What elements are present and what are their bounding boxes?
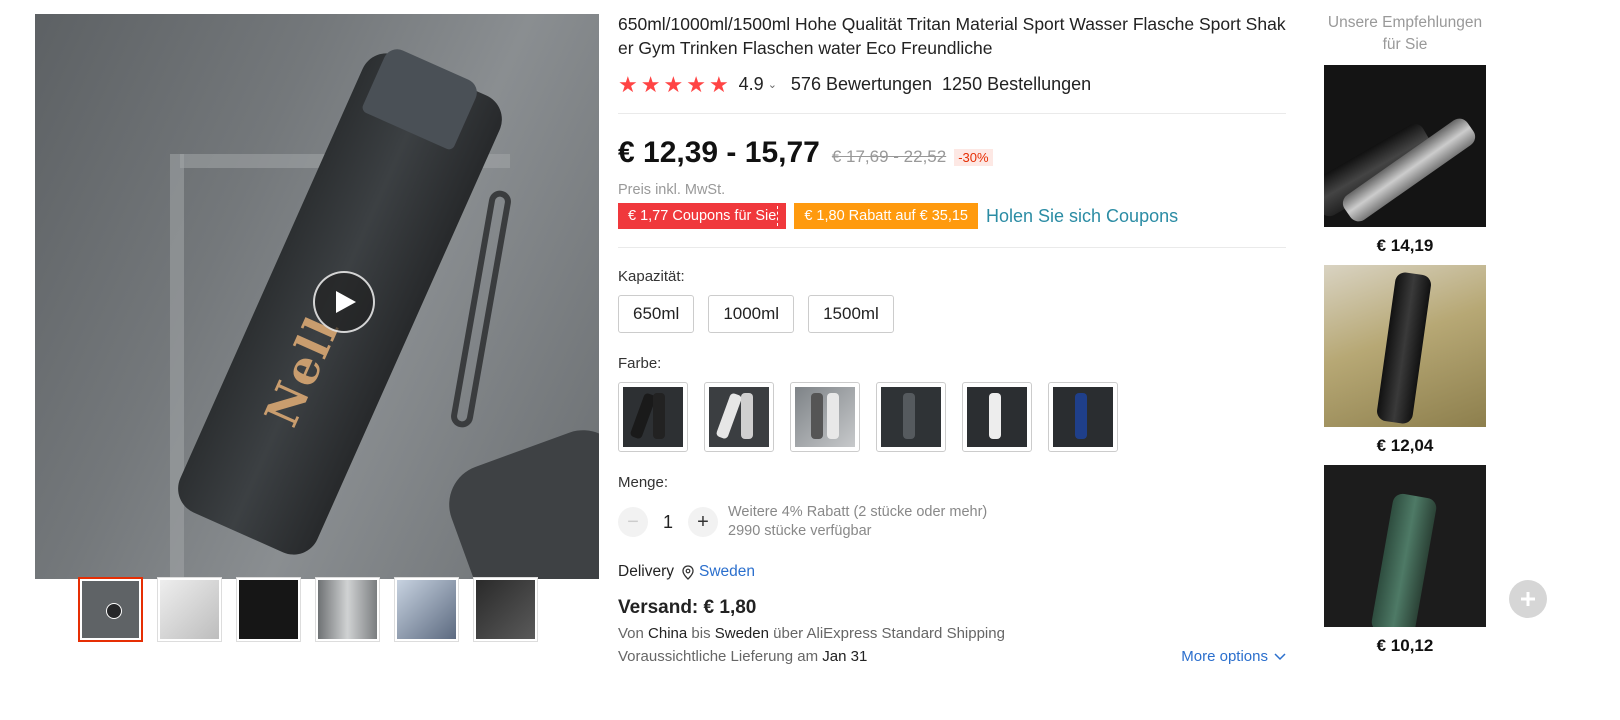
discount-badge: -30% [954,149,993,166]
delivery-date: Jan 31 [822,648,868,665]
estimated-delivery-row: Voraussichtliche Lieferung am Jan 31 Mor… [618,648,1286,665]
thumbnail-image [160,580,219,639]
divider [618,247,1286,248]
recommendation-image [1324,65,1486,227]
play-icon [106,603,122,619]
reviews-count[interactable]: 576 Bewertungen [791,74,932,95]
play-video-button[interactable] [313,271,375,333]
tax-note: Preis inkl. MwSt. [618,182,726,198]
capacity-label: Kapazität: [618,268,685,285]
thumbnail-image [476,580,535,639]
product-info: 650ml/1000ml/1500ml Hohe Qualität Tritan… [618,12,1286,665]
quantity-label: Menge: [618,474,669,491]
main-product-image[interactable]: Nell [35,14,599,579]
product-title: 650ml/1000ml/1500ml Hohe Qualität Tritan… [618,14,1286,58]
thumbnail-4[interactable] [315,577,380,642]
color-option-frost[interactable] [962,382,1032,452]
recommendations-panel: Unsere Empfehlungen für Sie € 14,19 € 12… [1322,12,1488,656]
star-icon: ★ [708,71,729,97]
capacity-option-1500ml[interactable]: 1500ml [808,295,894,333]
recommendation-item-3[interactable]: € 10,12 [1322,465,1488,656]
more-shipping-options-link[interactable]: More options [1181,648,1286,665]
bottle-strap-shape [449,188,513,430]
star-icon: ★ [663,71,684,97]
bulk-discount-note: Weitere 4% Rabatt (2 stücke oder mehr) [728,504,988,520]
quantity-info: Weitere 4% Rabatt (2 stücke oder mehr) 2… [728,503,987,541]
color-swatch-image [967,387,1027,447]
original-price: € 17,69 - 22,52 [831,147,947,166]
add-floating-button[interactable] [1509,580,1547,618]
plus-icon [1521,592,1535,606]
discount-coupon-badge[interactable]: € 1,80 Rabatt auf € 35,15 [794,203,978,229]
rating-value[interactable]: 4.9 [739,74,764,95]
thumbnail-image [318,580,377,639]
color-option-dark-gray[interactable] [876,382,946,452]
more-options-label: More options [1181,648,1268,665]
quantity-stepper: − + Weitere 4% Rabatt (2 stücke oder meh… [618,503,1286,541]
shipping-price: Versand: € 1,80 [618,597,757,618]
store-coupon-badge[interactable]: € 1,77 Coupons für Sie [618,203,787,229]
delivery-row: Delivery Sweden [618,563,1286,581]
capacity-options: 650ml 1000ml 1500ml [618,295,1286,333]
chevron-down-icon [1274,652,1286,660]
color-swatch-image [795,387,855,447]
play-icon [336,291,356,313]
recommendation-price: € 12,04 [1376,436,1434,455]
delivery-country-selector[interactable]: Sweden [699,563,755,581]
sleeve-shape [437,418,599,579]
capacity-option-1000ml[interactable]: 1000ml [708,295,795,333]
color-option-black[interactable] [618,382,688,452]
background-window-frame-vertical [170,154,184,579]
thumbnail-image [82,581,139,638]
color-option-white[interactable] [704,382,774,452]
current-price: € 12,39 - 15,77 [618,136,820,169]
recommendation-price: € 10,12 [1376,636,1434,655]
quantity-input[interactable] [648,511,688,533]
thumbnail-strip [78,577,538,642]
thumbnail-5[interactable] [394,577,459,642]
shipping-route: Von China bis Sweden über AliExpress Sta… [618,625,1005,642]
star-icon: ★ [640,71,661,97]
recommendation-price: € 14,19 [1376,236,1434,255]
star-icon: ★ [618,71,638,97]
location-pin-icon [682,564,694,580]
recommendation-image [1324,465,1486,627]
thumbnail-image [397,580,456,639]
thumbnail-6[interactable] [473,577,538,642]
divider [618,113,1286,114]
stock-available: 2990 stücke verfügbar [728,523,872,539]
rating-stars[interactable]: ★ ★ ★ ★ ★ [618,71,729,97]
quantity-decrease-button[interactable]: − [618,507,648,537]
shipping-origin: China [648,625,688,642]
thumbnail-3[interactable] [236,577,301,642]
thumbnail-1[interactable] [78,577,143,642]
coupon-row: € 1,77 Coupons für Sie € 1,80 Rabatt auf… [618,203,1286,229]
get-coupons-link[interactable]: Holen Sie sich Coupons [986,206,1178,227]
color-swatch-image [709,387,769,447]
delivery-label: Delivery [618,563,674,580]
star-icon: ★ [686,71,706,97]
recommendations-title: Unsere Empfehlungen für Sie [1327,14,1483,53]
capacity-option-650ml[interactable]: 650ml [618,295,695,333]
quantity-increase-button[interactable]: + [688,507,718,537]
recommendation-item-2[interactable]: € 12,04 [1322,265,1488,456]
estimated-delivery: Voraussichtliche Lieferung am Jan 31 [618,648,868,665]
recommendation-image [1324,265,1486,427]
chevron-down-icon[interactable]: ⌄ [768,78,777,91]
recommendation-item-1[interactable]: € 14,19 [1322,65,1488,256]
color-option-gray[interactable] [790,382,860,452]
thumbnail-image [239,580,298,639]
rating-row: ★ ★ ★ ★ ★ 4.9 ⌄ 576 Bewertungen 1250 Bes… [618,71,1286,97]
orders-count: 1250 Bestellungen [942,74,1092,94]
color-swatch-image [881,387,941,447]
price-row: € 12,39 - 15,77 € 17,69 - 22,52 -30% [618,136,1286,170]
thumbnail-2[interactable] [157,577,222,642]
color-label: Farbe: [618,355,662,372]
color-options [618,382,1286,452]
color-option-blue[interactable] [1048,382,1118,452]
shipping-destination: Sweden [714,625,769,642]
color-swatch-image [1053,387,1113,447]
color-swatch-image [623,387,683,447]
